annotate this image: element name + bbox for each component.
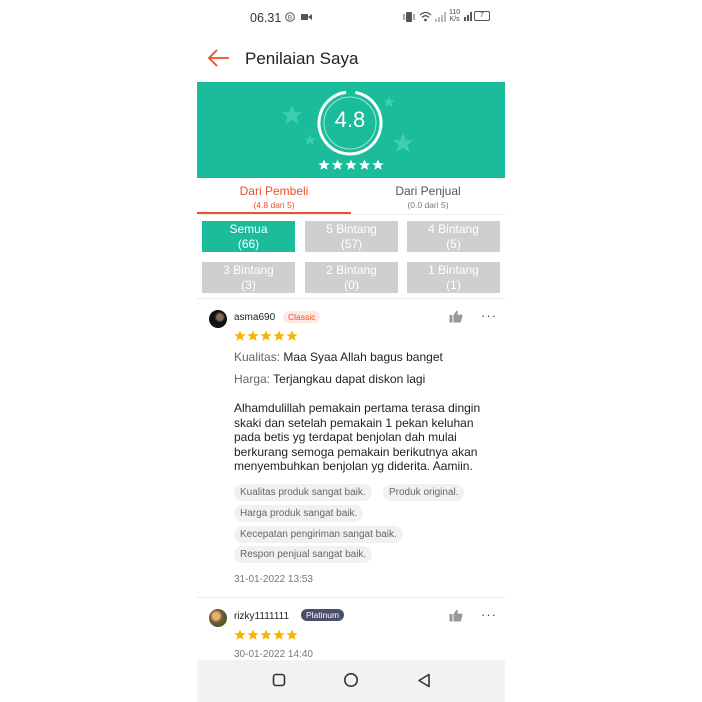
network-speed: 110 K/s xyxy=(449,9,460,23)
filter-count: (5) xyxy=(446,237,461,251)
quality-value: Maa Syaa Allah bagus banget xyxy=(283,350,443,364)
filter-label: 2 Bintang xyxy=(326,263,377,277)
star-icon xyxy=(273,330,285,341)
more-options-icon[interactable]: ··· xyxy=(481,607,497,622)
filter-3-star[interactable]: 3 Bintang (3) xyxy=(202,262,295,293)
price-label: Harga: xyxy=(234,372,271,386)
filter-count: (0) xyxy=(344,278,359,292)
filter-count: (1) xyxy=(446,278,461,292)
star-icon xyxy=(234,629,246,640)
divider xyxy=(197,298,505,299)
price-line: Harga: Terjangkau dapat diskon lagi xyxy=(234,372,425,386)
system-nav-bar xyxy=(197,660,505,702)
star-icon xyxy=(273,629,285,640)
star-icon xyxy=(331,159,344,170)
vibrate-icon xyxy=(403,12,415,22)
filter-label: 3 Bintang xyxy=(223,263,274,277)
battery-icon: 7 xyxy=(474,11,490,21)
star-icon xyxy=(318,159,330,170)
filter-count: (3) xyxy=(241,278,256,292)
network-speed-unit: K/s xyxy=(449,16,460,23)
review-stars xyxy=(234,330,298,341)
network-speed-value: 110 xyxy=(449,9,461,16)
star-icon xyxy=(234,330,246,341)
avatar[interactable] xyxy=(209,310,227,328)
star-icon xyxy=(358,159,371,170)
svg-text:B: B xyxy=(288,15,292,22)
tab-sublabel: (4.8 dari 5) xyxy=(253,200,295,210)
review-tag: Respon penjual sangat baik. xyxy=(234,546,373,563)
review-tag: Kualitas produk sangat baik. xyxy=(234,484,372,501)
filter-count: (66) xyxy=(237,237,260,251)
quality-label: Kualitas: xyxy=(234,350,281,364)
star-icon xyxy=(372,159,384,170)
star-icon xyxy=(260,629,272,640)
review-tag: Harga produk sangat baik. xyxy=(234,505,364,522)
thumbs-up-icon[interactable] xyxy=(449,310,463,323)
review-tag: Produk original. xyxy=(383,484,465,501)
member-badge: Platinum xyxy=(301,609,345,621)
filter-label: 1 Bintang xyxy=(428,263,479,277)
avatar[interactable] xyxy=(209,609,227,627)
thumbs-up-icon[interactable] xyxy=(449,609,463,622)
recent-apps-icon[interactable] xyxy=(272,673,286,687)
star-icon xyxy=(286,629,298,640)
filter-label: 5 Bintang xyxy=(326,222,377,236)
review-username[interactable]: rizky1111111 xyxy=(234,611,289,622)
status-time: 06.31 xyxy=(250,11,282,25)
decorative-star-icon xyxy=(392,132,414,153)
signal-icon xyxy=(435,12,446,22)
video-record-icon xyxy=(301,14,312,20)
more-options-icon[interactable]: ··· xyxy=(481,308,497,323)
phone-screen: 06.31 B 110 K/s 7 Penilaian Saya 4.8 Dar… xyxy=(197,0,505,702)
filter-all[interactable]: Semua (66) xyxy=(202,221,295,252)
back-triangle-icon[interactable] xyxy=(417,673,431,688)
tab-from-seller[interactable]: Dari Penjual (0.0 dari 5) xyxy=(351,178,505,214)
tab-label: Dari Pembeli xyxy=(239,184,309,198)
star-icon xyxy=(345,159,357,170)
star-icon xyxy=(247,629,259,640)
review-stars xyxy=(234,629,298,640)
status-bar: 06.31 B 110 K/s 7 xyxy=(197,0,505,34)
signal-2-icon xyxy=(464,12,472,21)
filter-1-star[interactable]: 1 Bintang (1) xyxy=(407,262,500,293)
filter-label: Semua xyxy=(229,222,268,236)
star-icon xyxy=(286,330,298,341)
battery-level: 7 xyxy=(480,12,484,19)
arrow-left-icon[interactable] xyxy=(207,47,231,69)
rating-stars xyxy=(318,159,384,170)
filter-count: (57) xyxy=(340,237,363,251)
review-date: 30-01-2022 14:40 xyxy=(234,649,313,660)
notification-b-icon: B xyxy=(285,12,295,22)
tab-sublabel: (0.0 dari 5) xyxy=(407,200,449,210)
tab-label: Dari Penjual xyxy=(395,184,461,198)
review-body: Alhamdulillah pemakain pertama terasa di… xyxy=(234,401,481,474)
quality-line: Kualitas: Maa Syaa Allah bagus banget xyxy=(234,350,443,364)
divider xyxy=(197,214,505,215)
filter-4-star[interactable]: 4 Bintang (5) xyxy=(407,221,500,252)
star-icon xyxy=(260,330,272,341)
review-username[interactable]: asma690 xyxy=(234,312,275,323)
filter-5-star[interactable]: 5 Bintang (57) xyxy=(305,221,398,252)
decorative-star-icon xyxy=(281,104,303,125)
rating-banner: 4.8 xyxy=(197,82,505,178)
review-date: 31-01-2022 13:53 xyxy=(234,574,313,585)
review-tag: Kecepatan pengiriman sangat baik. xyxy=(234,526,403,543)
filter-2-star[interactable]: 2 Bintang (0) xyxy=(305,262,398,293)
wifi-icon xyxy=(419,11,432,22)
price-value: Terjangkau dapat diskon lagi xyxy=(273,372,426,386)
divider xyxy=(197,597,505,598)
filter-label: 4 Bintang xyxy=(428,222,479,236)
home-icon[interactable] xyxy=(343,673,359,689)
page-title: Penilaian Saya xyxy=(245,49,359,68)
member-badge: Classic xyxy=(283,311,321,323)
star-icon xyxy=(247,330,259,341)
tab-from-buyer[interactable]: Dari Pembeli (4.8 dari 5) xyxy=(197,178,351,214)
rating-score: 4.8 xyxy=(334,107,366,132)
